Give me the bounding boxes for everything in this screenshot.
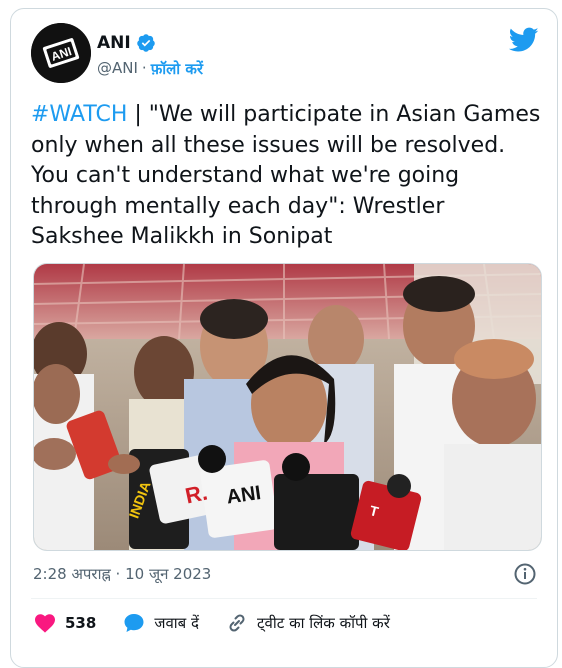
- press-conference-photo: R. ANI INDIA T: [34, 264, 541, 550]
- link-icon: [229, 614, 245, 632]
- ani-logo-icon: ANI: [31, 23, 91, 83]
- author-name[interactable]: ANI: [97, 33, 131, 53]
- divider: [31, 598, 537, 599]
- avatar[interactable]: ANI: [31, 23, 91, 83]
- reply-label: जवाब दें: [154, 614, 199, 632]
- reply-bubble-icon: [124, 614, 144, 632]
- action-bar: 538 जवाब दें ट्वीट का लिंक कॉपी करें: [33, 611, 416, 635]
- tweet-text: #WATCH | "We will participate in Asian G…: [31, 100, 543, 253]
- tweet-timestamp[interactable]: 2:28 अपराह्न · 10 जून 2023: [33, 564, 211, 584]
- like-count: 538: [65, 614, 97, 632]
- tweet-media-image[interactable]: R. ANI INDIA T: [33, 263, 542, 551]
- handle-separator: ·: [141, 59, 147, 77]
- follow-button[interactable]: फ़ॉलो करें: [151, 59, 203, 79]
- copy-link-label: ट्वीट का लिंक कॉपी करें: [256, 614, 390, 632]
- author-handle[interactable]: @ANI: [97, 59, 138, 79]
- tweet-card: ANI ANI @ANI · फ़ॉलो करें #WATCH | "We w…: [10, 8, 558, 668]
- copy-link-button[interactable]: ट्वीट का लिंक कॉपी करें: [225, 611, 390, 635]
- heart-icon: [35, 614, 55, 633]
- author-name-row: ANI: [97, 33, 156, 53]
- reply-button[interactable]: जवाब दें: [122, 611, 199, 635]
- hashtag-link[interactable]: #WATCH: [31, 102, 127, 127]
- handle-row: @ANI · फ़ॉलो करें: [97, 59, 203, 79]
- verified-badge-icon: [136, 34, 155, 52]
- like-button[interactable]: 538: [33, 611, 96, 635]
- info-icon[interactable]: [513, 562, 537, 586]
- twitter-bird-icon[interactable]: [509, 27, 539, 53]
